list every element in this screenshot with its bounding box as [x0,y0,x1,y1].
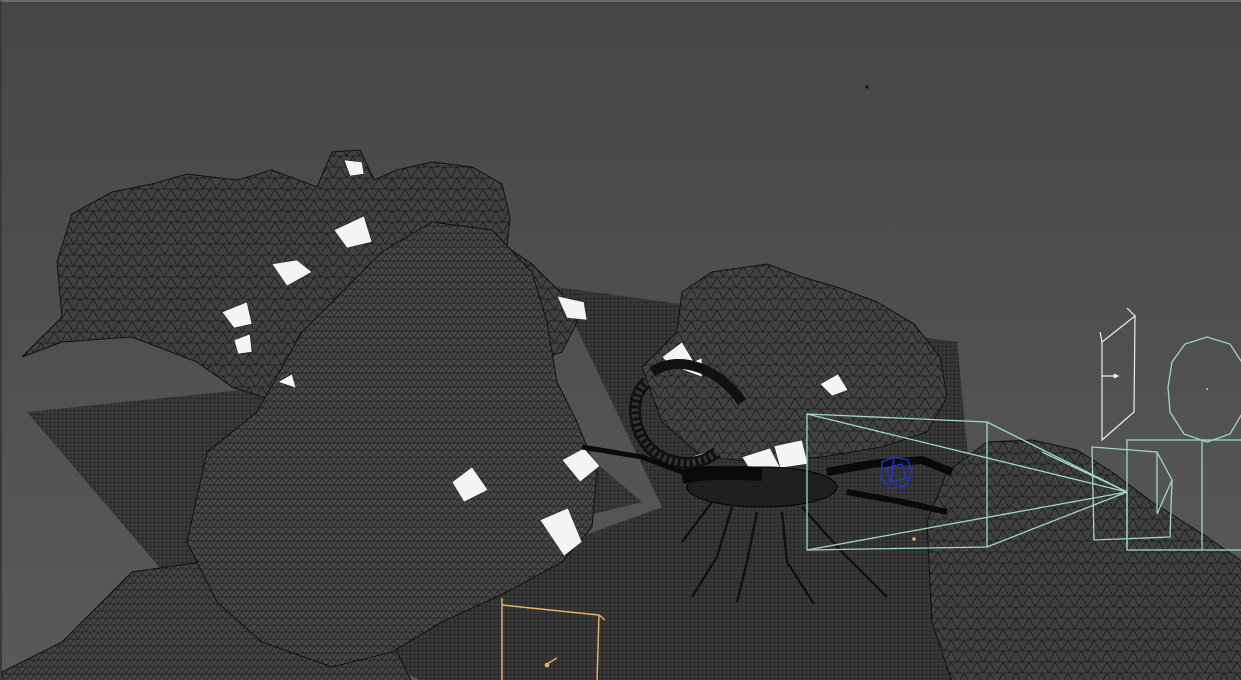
helper-circle[interactable] [1167,336,1241,443]
helper-plane[interactable] [1099,307,1136,442]
light-point-marker[interactable] [912,537,916,541]
scene-point-marker[interactable] [865,85,869,89]
scene-canvas[interactable] [2,2,1241,680]
3d-viewport[interactable] [0,0,1241,680]
